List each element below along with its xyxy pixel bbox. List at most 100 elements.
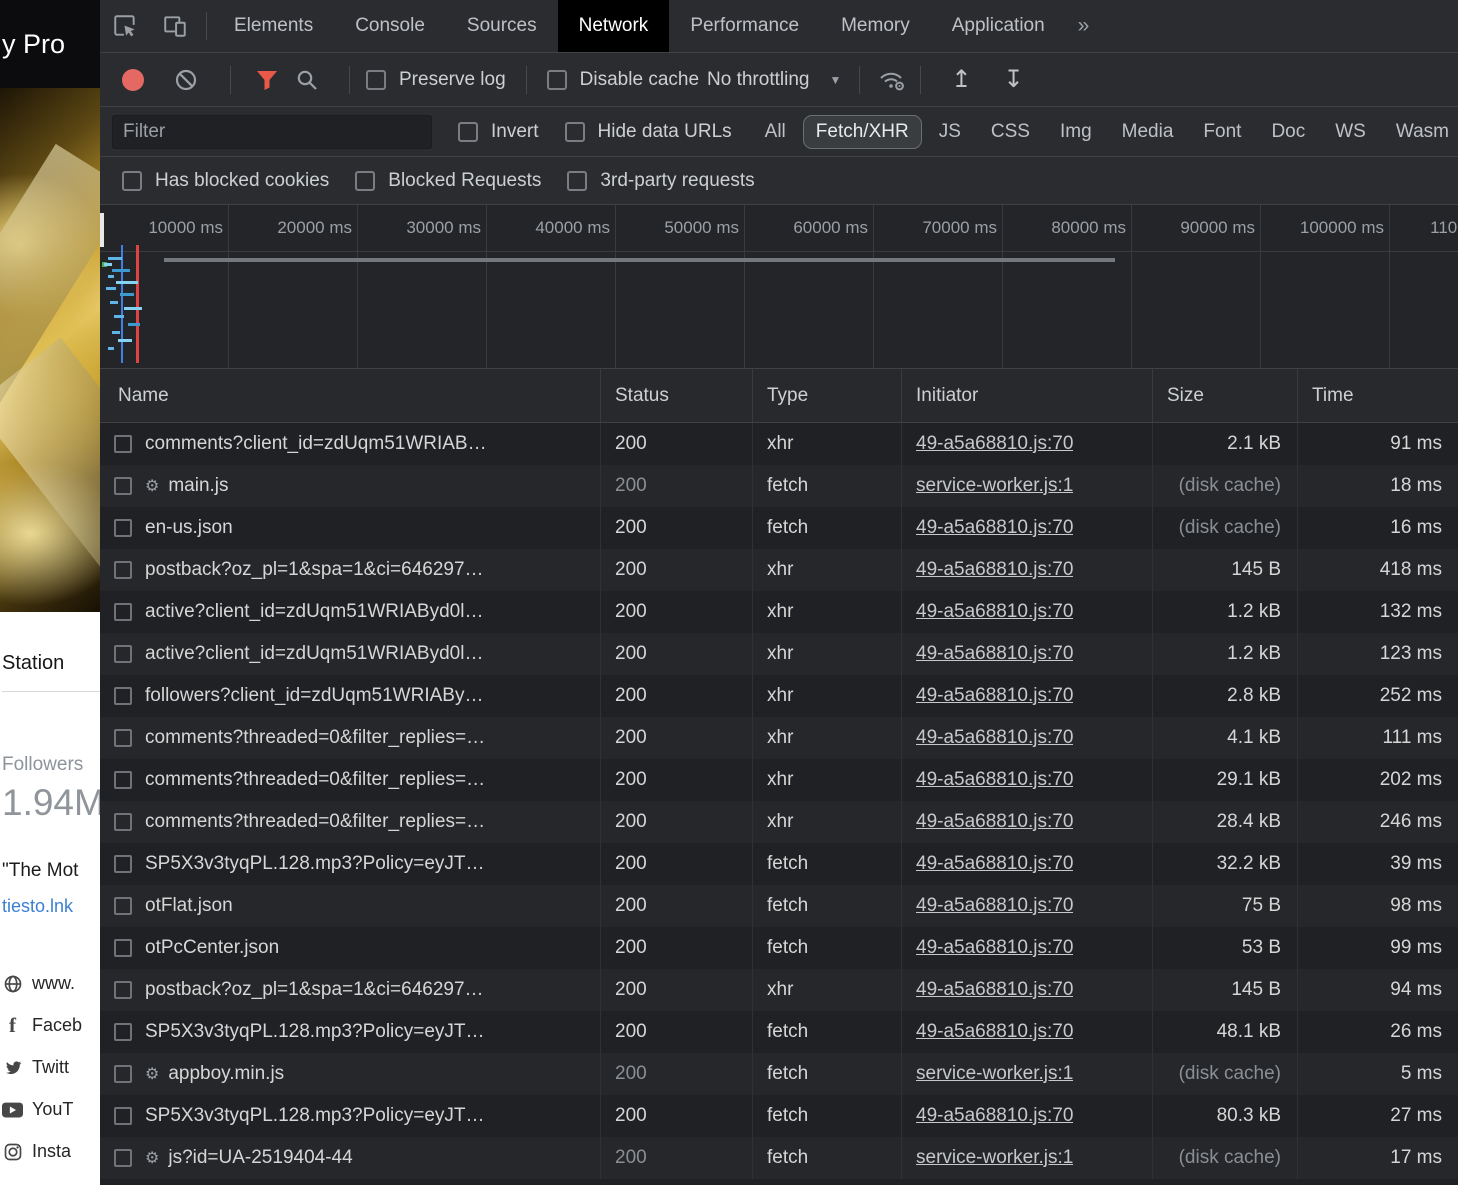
timeline-overview[interactable]: 10000 ms20000 ms30000 ms40000 ms50000 ms… bbox=[100, 205, 1458, 369]
initiator-link[interactable]: 49-a5a68810.js:70 bbox=[916, 811, 1073, 833]
checkbox[interactable] bbox=[567, 171, 587, 191]
social-link-instagram[interactable]: Insta bbox=[2, 1141, 100, 1162]
row-checkbox[interactable] bbox=[114, 1149, 132, 1167]
request-row[interactable]: SP5X3v3tyqPL.128.mp3?Policy=eyJT…200fetc… bbox=[100, 1011, 1458, 1053]
inspect-element-button[interactable] bbox=[100, 0, 150, 52]
request-row[interactable]: active?client_id=zdUqm51WRIAByd0l…200xhr… bbox=[100, 591, 1458, 633]
initiator-link[interactable]: 49-a5a68810.js:70 bbox=[916, 853, 1073, 875]
social-link-website[interactable]: www. bbox=[2, 973, 100, 994]
initiator-link[interactable]: 49-a5a68810.js:70 bbox=[916, 979, 1073, 1001]
social-link-facebook[interactable]: f Faceb bbox=[2, 1015, 100, 1036]
filter-chip-doc[interactable]: Doc bbox=[1258, 115, 1318, 149]
import-har-icon[interactable]: ↥ bbox=[935, 65, 987, 94]
network-conditions-icon[interactable] bbox=[878, 68, 906, 92]
initiator-link[interactable]: 49-a5a68810.js:70 bbox=[916, 517, 1073, 539]
filter-chip-font[interactable]: Font bbox=[1190, 115, 1254, 149]
request-row[interactable]: SP5X3v3tyqPL.128.mp3?Policy=eyJT…200fetc… bbox=[100, 843, 1458, 885]
column-header-status[interactable]: Status bbox=[600, 369, 752, 422]
row-checkbox[interactable] bbox=[114, 435, 132, 453]
checkbox[interactable] bbox=[366, 70, 386, 90]
preserve-log-checkbox[interactable]: Preserve log bbox=[366, 69, 506, 91]
filter-chip-fetch-xhr[interactable]: Fetch/XHR bbox=[803, 115, 922, 149]
tab-sources[interactable]: Sources bbox=[446, 0, 558, 52]
filter-checkbox-has-blocked-cookies[interactable]: Has blocked cookies bbox=[122, 170, 329, 192]
row-checkbox[interactable] bbox=[114, 897, 132, 915]
request-row[interactable]: ⚙appboy.min.js200fetchservice-worker.js:… bbox=[100, 1053, 1458, 1095]
row-checkbox[interactable] bbox=[114, 939, 132, 957]
filter-input[interactable] bbox=[112, 115, 432, 149]
filter-checkbox-3rd-party-requests[interactable]: 3rd-party requests bbox=[567, 170, 754, 192]
clear-button[interactable] bbox=[174, 68, 198, 92]
filter-chip-img[interactable]: Img bbox=[1047, 115, 1105, 149]
row-checkbox[interactable] bbox=[114, 855, 132, 873]
request-row[interactable]: followers?client_id=zdUqm51WRIABy…200xhr… bbox=[100, 675, 1458, 717]
row-checkbox[interactable] bbox=[114, 813, 132, 831]
request-row[interactable]: comments?client_id=zdUqm51WRIAB…200xhr49… bbox=[100, 423, 1458, 465]
checkbox[interactable] bbox=[565, 122, 585, 142]
request-row[interactable]: en-us.json200fetch49-a5a68810.js:70(disk… bbox=[100, 507, 1458, 549]
initiator-link[interactable]: 49-a5a68810.js:70 bbox=[916, 895, 1073, 917]
request-row[interactable]: postback?oz_pl=1&spa=1&ci=646297…200xhr4… bbox=[100, 549, 1458, 591]
filter-checkbox-blocked-requests[interactable]: Blocked Requests bbox=[355, 170, 541, 192]
checkbox[interactable] bbox=[458, 122, 478, 142]
row-checkbox[interactable] bbox=[114, 729, 132, 747]
filter-chip-wasm[interactable]: Wasm bbox=[1383, 115, 1458, 149]
initiator-link[interactable]: 49-a5a68810.js:70 bbox=[916, 685, 1073, 707]
tab-elements[interactable]: Elements bbox=[213, 0, 334, 52]
filter-toggle-button[interactable] bbox=[255, 69, 279, 91]
column-header-name[interactable]: Name bbox=[100, 369, 600, 422]
request-row[interactable]: comments?threaded=0&filter_replies=…200x… bbox=[100, 801, 1458, 843]
request-row[interactable]: comments?threaded=0&filter_replies=…200x… bbox=[100, 717, 1458, 759]
row-checkbox[interactable] bbox=[114, 981, 132, 999]
column-header-size[interactable]: Size bbox=[1152, 369, 1297, 422]
throttling-select[interactable]: No throttling ▼ bbox=[707, 69, 841, 91]
bio-link[interactable]: tiesto.lnk bbox=[2, 896, 100, 917]
row-checkbox[interactable] bbox=[114, 561, 132, 579]
row-checkbox[interactable] bbox=[114, 645, 132, 663]
social-link-twitter[interactable]: Twitt bbox=[2, 1057, 100, 1078]
row-checkbox[interactable] bbox=[114, 519, 132, 537]
filter-chip-ws[interactable]: WS bbox=[1322, 115, 1379, 149]
device-toolbar-button[interactable] bbox=[150, 0, 200, 52]
row-checkbox[interactable] bbox=[114, 1023, 132, 1041]
column-header-initiator[interactable]: Initiator bbox=[901, 369, 1152, 422]
row-checkbox[interactable] bbox=[114, 771, 132, 789]
initiator-link[interactable]: 49-a5a68810.js:70 bbox=[916, 601, 1073, 623]
request-row[interactable]: active?client_id=zdUqm51WRIAByd0l…200xhr… bbox=[100, 633, 1458, 675]
initiator-link[interactable]: 49-a5a68810.js:70 bbox=[916, 643, 1073, 665]
initiator-link[interactable]: 49-a5a68810.js:70 bbox=[916, 1021, 1073, 1043]
hide-data-urls-checkbox[interactable]: Hide data URLs bbox=[565, 121, 732, 143]
checkbox[interactable] bbox=[355, 171, 375, 191]
initiator-link[interactable]: service-worker.js:1 bbox=[916, 475, 1073, 497]
overview-handle[interactable] bbox=[100, 213, 104, 247]
initiator-link[interactable]: 49-a5a68810.js:70 bbox=[916, 559, 1073, 581]
column-header-type[interactable]: Type bbox=[752, 369, 901, 422]
tab-application[interactable]: Application bbox=[931, 0, 1066, 52]
filter-chip-all[interactable]: All bbox=[752, 115, 799, 149]
initiator-link[interactable]: service-worker.js:1 bbox=[916, 1147, 1073, 1169]
initiator-link[interactable]: 49-a5a68810.js:70 bbox=[916, 1105, 1073, 1127]
invert-checkbox[interactable]: Invert bbox=[458, 121, 539, 143]
request-row[interactable]: ⚙main.js200fetchservice-worker.js:1(disk… bbox=[100, 465, 1458, 507]
row-checkbox[interactable] bbox=[114, 1107, 132, 1125]
social-link-youtube[interactable]: YouT bbox=[2, 1099, 100, 1120]
checkbox[interactable] bbox=[122, 171, 142, 191]
filter-chip-media[interactable]: Media bbox=[1109, 115, 1187, 149]
tab-console[interactable]: Console bbox=[334, 0, 446, 52]
filter-chip-css[interactable]: CSS bbox=[978, 115, 1043, 149]
row-checkbox[interactable] bbox=[114, 603, 132, 621]
tab-network[interactable]: Network bbox=[558, 0, 670, 52]
row-checkbox[interactable] bbox=[114, 1065, 132, 1083]
request-row[interactable]: ⚙js?id=UA-2519404-44200fetchservice-work… bbox=[100, 1137, 1458, 1179]
request-row[interactable]: SP5X3v3tyqPL.128.mp3?Policy=eyJT…200fetc… bbox=[100, 1095, 1458, 1137]
request-row[interactable]: otFlat.json200fetch49-a5a68810.js:7075 B… bbox=[100, 885, 1458, 927]
initiator-link[interactable]: service-worker.js:1 bbox=[916, 1063, 1073, 1085]
tab-memory[interactable]: Memory bbox=[820, 0, 931, 52]
initiator-link[interactable]: 49-a5a68810.js:70 bbox=[916, 937, 1073, 959]
initiator-link[interactable]: 49-a5a68810.js:70 bbox=[916, 727, 1073, 749]
request-row[interactable]: comments?threaded=0&filter_replies=…200x… bbox=[100, 759, 1458, 801]
row-checkbox[interactable] bbox=[114, 687, 132, 705]
request-row[interactable]: postback?oz_pl=1&spa=1&ci=646297…200xhr4… bbox=[100, 969, 1458, 1011]
export-har-icon[interactable]: ↧ bbox=[987, 65, 1039, 94]
search-button[interactable] bbox=[295, 68, 319, 92]
